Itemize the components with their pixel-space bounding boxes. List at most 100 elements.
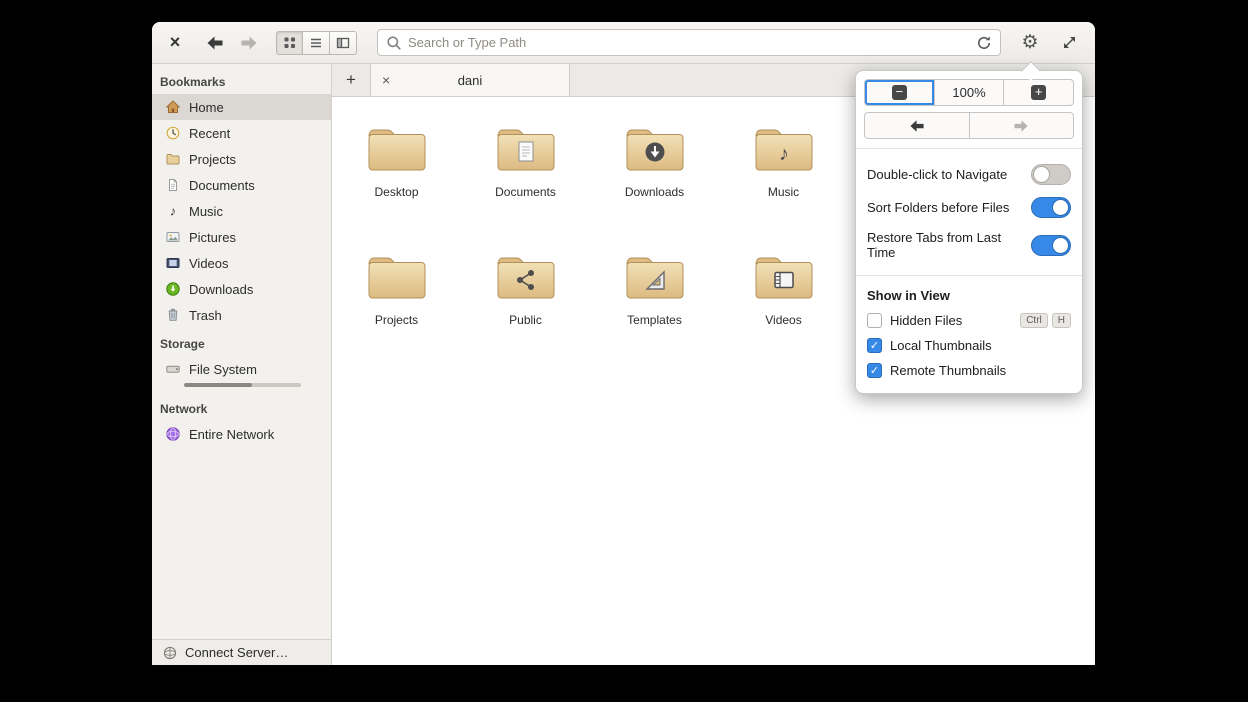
tab-close-icon[interactable]: ×	[382, 72, 390, 88]
sidebar-item-projects[interactable]: Projects	[152, 146, 331, 172]
zoom-out-button[interactable]: −	[865, 80, 934, 105]
sidebar-item-label: Downloads	[189, 281, 254, 297]
connect-server-button[interactable]: Connect Server…	[152, 639, 331, 665]
double-click-navigate-row: Double-click to Navigate	[864, 158, 1074, 191]
sort-folders-row: Sort Folders before Files	[864, 191, 1074, 224]
videos-icon	[165, 255, 181, 271]
folder-templates[interactable]: Templates	[590, 251, 719, 355]
back-button[interactable]	[202, 32, 228, 54]
restore-tabs-toggle[interactable]	[1031, 234, 1071, 256]
column-view-button[interactable]	[330, 30, 357, 55]
fullscreen-icon	[1063, 37, 1075, 48]
sidebar-item-home[interactable]: Home	[152, 94, 331, 120]
sidebar-section-network: Network	[160, 402, 208, 416]
folder-downloads[interactable]: Downloads	[590, 123, 719, 227]
connect-server-label: Connect Server…	[185, 645, 289, 660]
popover-forward-button[interactable]	[968, 113, 1074, 138]
view-switcher	[276, 30, 357, 55]
remote-thumbnails-checkbox[interactable]: ✓	[867, 363, 882, 378]
sidebar-item-trash[interactable]: Trash	[152, 302, 331, 328]
remote-thumbnails-row[interactable]: ✓ Remote Thumbnails	[864, 358, 1074, 383]
folder-public[interactable]: Public	[461, 251, 590, 355]
folder-videos[interactable]: Videos	[719, 251, 848, 355]
sidebar: Bookmarks Home Recent Projects Documents…	[152, 64, 332, 665]
file-label: Public	[509, 313, 542, 327]
forward-arrow-icon	[241, 36, 257, 49]
back-arrow-icon	[207, 36, 223, 49]
document-icon	[165, 177, 181, 193]
folder-videos-icon	[755, 257, 812, 299]
path-search-entry	[377, 29, 1001, 56]
forward-button[interactable]	[236, 32, 262, 54]
sidebar-item-label: Projects	[189, 151, 236, 167]
back-arrow-icon	[910, 119, 924, 132]
divider	[856, 148, 1082, 149]
svg-text:♪: ♪	[170, 204, 177, 219]
sidebar-item-pictures[interactable]: Pictures	[152, 224, 331, 250]
local-thumbnails-row[interactable]: ✓ Local Thumbnails	[864, 333, 1074, 358]
folder-music[interactable]: ♪ Music	[719, 123, 848, 227]
sidebar-item-music[interactable]: ♪ Music	[152, 198, 331, 224]
zoom-in-button[interactable]: +	[1003, 80, 1073, 105]
zoom-control: − 100% +	[864, 79, 1074, 106]
file-label: Templates	[627, 313, 682, 327]
list-view-icon	[311, 38, 321, 47]
tab-label: dani	[457, 72, 483, 88]
fullscreen-button[interactable]	[1055, 31, 1083, 55]
checkbox-label: Remote Thumbnails	[890, 363, 1007, 378]
trash-icon	[165, 307, 181, 323]
folder-desktop[interactable]: Desktop	[332, 123, 461, 227]
file-label: Downloads	[624, 185, 685, 199]
sidebar-item-entire-network[interactable]: Entire Network	[152, 421, 331, 447]
header-bar: × Search or Type Path ⚙	[152, 22, 1095, 64]
toggle-label: Sort Folders before Files	[867, 200, 1010, 215]
popover-nav-control	[864, 112, 1074, 139]
sidebar-item-file-system[interactable]: File System	[152, 356, 331, 382]
new-tab-button[interactable]: +	[332, 64, 370, 96]
folder-projects[interactable]: Projects	[332, 251, 461, 355]
list-view-button[interactable]	[303, 30, 330, 55]
search-icon	[387, 35, 401, 50]
column-view-icon	[336, 37, 350, 48]
refresh-icon[interactable]	[976, 35, 992, 51]
hidden-files-row[interactable]: Hidden Files Ctrl H	[864, 308, 1074, 333]
sidebar-section-bookmarks: Bookmarks	[160, 75, 226, 89]
sidebar-item-label: Videos	[189, 255, 229, 271]
toggle-label: Double-click to Navigate	[867, 167, 1008, 182]
file-label: Videos	[765, 313, 802, 327]
zoom-out-icon: −	[891, 85, 907, 100]
folder-music-icon: ♪	[755, 129, 812, 171]
settings-gear-button[interactable]: ⚙	[1013, 29, 1047, 57]
sidebar-item-label: Home	[189, 99, 224, 115]
folder-documents[interactable]: Documents	[461, 123, 590, 227]
folder-icon	[368, 129, 425, 171]
restore-tabs-row: Restore Tabs from Last Time	[864, 224, 1074, 266]
folder-documents-icon	[497, 129, 554, 171]
sidebar-item-recent[interactable]: Recent	[152, 120, 331, 146]
double-click-navigate-toggle[interactable]	[1031, 164, 1071, 185]
popover-back-button[interactable]	[865, 113, 969, 138]
sidebar-item-label: Entire Network	[189, 426, 275, 442]
divider	[856, 275, 1082, 276]
pictures-icon	[165, 229, 181, 245]
grid-view-button[interactable]	[276, 30, 303, 55]
zoom-level: 100%	[933, 80, 1004, 105]
settings-popover: − 100% + Double-click to Navigate Sort F…	[855, 70, 1083, 394]
grid-view-icon	[284, 37, 295, 48]
window-close-button[interactable]: ×	[164, 32, 186, 54]
sidebar-section-storage: Storage	[160, 337, 205, 351]
tab-dani[interactable]: × dani	[370, 64, 570, 96]
hidden-files-checkbox[interactable]	[867, 313, 882, 328]
music-note-icon: ♪	[165, 203, 181, 219]
sidebar-item-label: Documents	[189, 177, 255, 193]
sidebar-item-label: File System	[189, 361, 257, 377]
sort-folders-toggle[interactable]	[1031, 197, 1071, 218]
zoom-in-icon: +	[1031, 85, 1047, 100]
checkbox-label: Hidden Files	[890, 313, 963, 328]
local-thumbnails-checkbox[interactable]: ✓	[867, 338, 882, 353]
sidebar-item-documents[interactable]: Documents	[152, 172, 331, 198]
sidebar-item-videos[interactable]: Videos	[152, 250, 331, 276]
server-globe-icon	[162, 645, 178, 661]
sidebar-item-downloads[interactable]: Downloads	[152, 276, 331, 302]
search-input[interactable]	[408, 35, 970, 50]
